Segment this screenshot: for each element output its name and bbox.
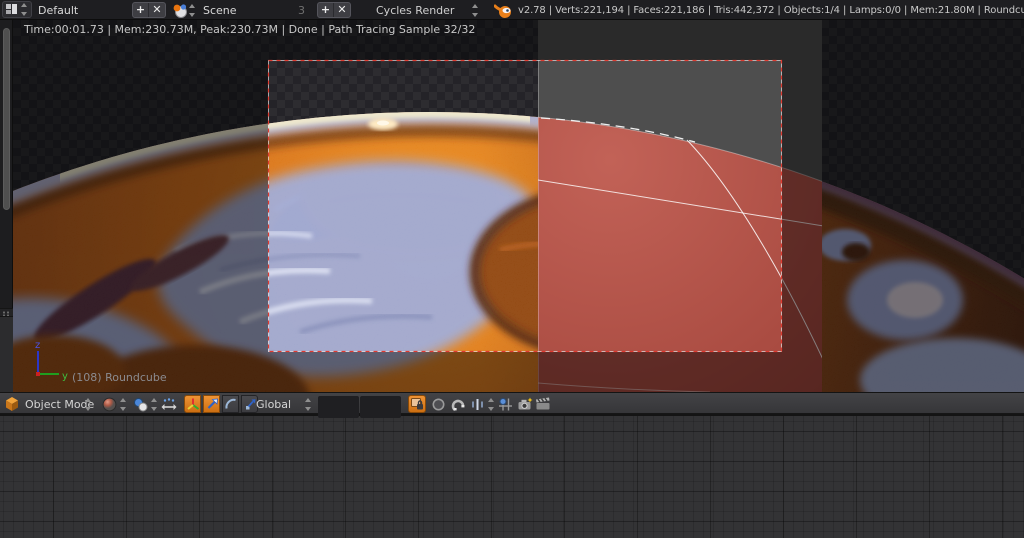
layout-remove-button[interactable]: ✕ xyxy=(149,3,165,17)
engine-name: Cycles Render xyxy=(376,3,455,17)
rotate-button[interactable] xyxy=(222,395,239,413)
render-engine-dropdown[interactable]: Cycles Render xyxy=(376,0,480,20)
viewport-editor-type-button[interactable] xyxy=(4,393,20,415)
axis-z-label: z xyxy=(35,340,40,351)
scene-users-count[interactable]: 3 xyxy=(298,0,305,20)
pivot-spheres-icon xyxy=(134,397,148,411)
3d-viewport[interactable]: Time:00:01.73 | Mem:230.73M, Peak:230.73… xyxy=(0,20,1024,392)
panel-scrollbar[interactable] xyxy=(3,28,10,210)
manipulator-mode-buttons xyxy=(184,395,258,413)
opengl-render-button[interactable] xyxy=(517,393,533,415)
blender-logo xyxy=(494,0,513,20)
snap-element-dropdown[interactable] xyxy=(470,393,496,415)
grip-dots-icon xyxy=(2,311,10,316)
screen-layout-dropdown[interactable]: Default xyxy=(38,0,78,20)
scene-name: Scene xyxy=(203,3,237,17)
viewport-shading-dropdown[interactable] xyxy=(102,393,128,415)
stepper-arrows-icon xyxy=(487,397,496,411)
proportional-circle-icon xyxy=(432,398,445,410)
snap-increment-icon xyxy=(472,398,483,410)
editor-type-icon xyxy=(6,4,17,14)
rendered-shading-sphere-icon xyxy=(102,397,117,411)
collapsed-panel-strip xyxy=(0,20,13,392)
layout-name: Default xyxy=(38,3,79,17)
lock-to-scene-button[interactable] xyxy=(408,395,426,413)
snap-toggle-button[interactable] xyxy=(451,393,466,415)
active-object-label: (108) Roundcube xyxy=(72,371,167,384)
3d-view-header: Object Mode Global xyxy=(0,392,1024,418)
opengl-render-animation-button[interactable] xyxy=(535,393,551,415)
center-points-icon xyxy=(499,397,512,410)
translate-arrow-icon xyxy=(207,398,218,409)
axis-y-label: y xyxy=(62,371,68,382)
rotate-arc-icon xyxy=(224,398,236,409)
mode-stepper[interactable] xyxy=(84,393,93,415)
orientation-stepper[interactable] xyxy=(304,393,313,415)
scale-arrow-icon xyxy=(245,399,255,410)
proportional-edit-button[interactable] xyxy=(431,393,446,415)
manipulator-axes-button[interactable] xyxy=(184,395,201,413)
scene-statistics: v2.78 | Verts:221,194 | Faces:221,186 | … xyxy=(518,4,1024,16)
pivot-point-dropdown[interactable] xyxy=(133,393,159,415)
manipulator-arrows-icon xyxy=(161,397,177,410)
manipulate-center-points-button[interactable] xyxy=(498,393,513,415)
translate-button[interactable] xyxy=(203,395,220,413)
stepper-arrows-icon xyxy=(119,397,128,411)
orientation-label: Global xyxy=(256,397,292,411)
blender-window: Default + ✕ Scene 3 + ✕ Cycles Render v2… xyxy=(0,0,1024,538)
panel-lower-section xyxy=(0,317,13,392)
manipulator-toggle-button[interactable] xyxy=(160,395,178,413)
viewport-render xyxy=(0,20,1024,392)
layers-group-1[interactable] xyxy=(318,396,359,418)
scene-remove-button[interactable]: ✕ xyxy=(334,3,350,17)
clapperboard-icon xyxy=(536,397,550,410)
panel-divider[interactable] xyxy=(0,308,13,317)
render-status-text: Time:00:01.73 | Mem:230.73M, Peak:230.73… xyxy=(24,23,476,36)
scene-icon xyxy=(173,3,187,18)
3d-view-cube-icon xyxy=(6,397,18,411)
rgb-axes-icon xyxy=(186,398,199,410)
layers-group-2[interactable] xyxy=(360,396,401,418)
scene-add-button[interactable]: + xyxy=(318,3,334,17)
scene-dropdown[interactable]: Scene xyxy=(171,0,237,20)
stepper-arrows-icon xyxy=(84,397,93,411)
blender-logo-icon xyxy=(494,4,511,18)
magnet-icon xyxy=(451,399,465,411)
scene-add-remove: + ✕ xyxy=(317,2,351,18)
layout-add-button[interactable]: + xyxy=(133,3,149,17)
info-header: Default + ✕ Scene 3 + ✕ Cycles Render v2… xyxy=(0,0,1024,20)
timeline-grid-editor[interactable] xyxy=(0,414,1024,538)
stepper-arrows-icon xyxy=(150,397,159,411)
mode-dropdown[interactable]: Object Mode xyxy=(25,393,94,415)
camera-star-icon xyxy=(518,397,533,410)
scene-lock-icon xyxy=(411,398,423,410)
layout-add-remove: + ✕ xyxy=(132,2,166,18)
stepper-arrows-icon xyxy=(188,3,197,17)
axis-mini-gizmo: z y xyxy=(35,340,68,382)
stepper-arrows-icon xyxy=(304,397,313,411)
editor-type-dropdown[interactable] xyxy=(2,1,32,18)
stepper-arrows-icon xyxy=(471,3,480,17)
stepper-arrows-icon xyxy=(20,3,29,16)
